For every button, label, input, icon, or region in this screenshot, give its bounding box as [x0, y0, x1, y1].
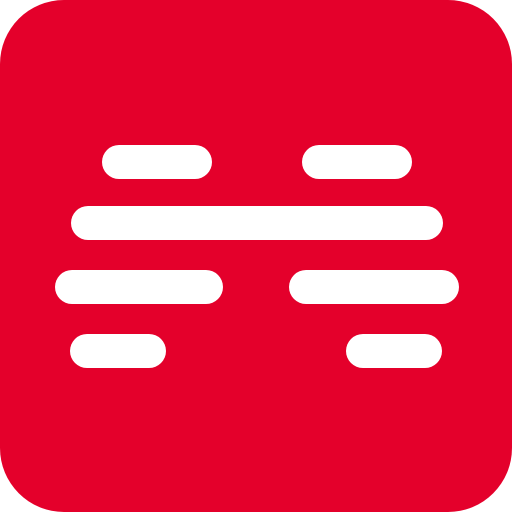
- logo-bar-top-right: [302, 145, 412, 179]
- logo-bar-bottom-right: [346, 334, 442, 368]
- app-logo-icon: [0, 0, 512, 512]
- logo-bar-right-mid: [289, 270, 459, 304]
- logo-bar-middle-wide: [71, 206, 443, 240]
- logo-bar-bottom-left: [70, 334, 166, 368]
- logo-bar-top-left: [102, 145, 212, 179]
- logo-bar-left-mid: [55, 270, 223, 304]
